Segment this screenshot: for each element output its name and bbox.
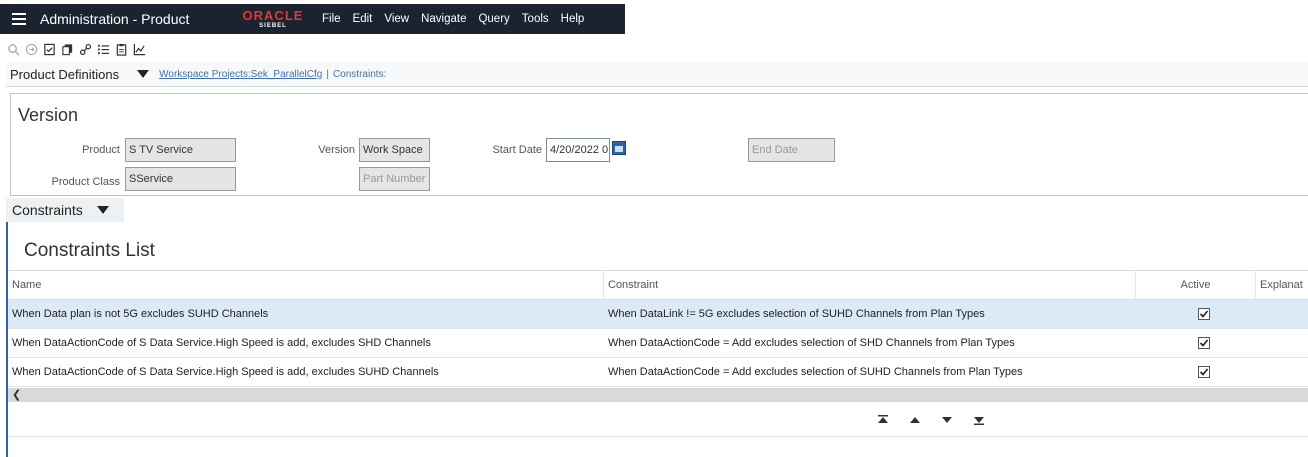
breadcrumb-link-constraints[interactable]: Constraints: [333, 69, 386, 80]
last-record-icon[interactable] [972, 413, 986, 427]
menu-bar: File Edit View Navigate Query Tools Help [316, 4, 590, 34]
menu-edit[interactable]: Edit [347, 4, 379, 34]
menu-help[interactable]: Help [555, 4, 591, 34]
cell-constraint: When DataActionCode = Add excludes selec… [608, 337, 1015, 349]
toolbar [6, 40, 147, 58]
constraints-list-title: Constraints List [24, 240, 155, 261]
constraints-tab[interactable]: Constraints [6, 198, 124, 222]
chart-icon[interactable] [132, 42, 147, 57]
product-class-label: Product Class [51, 176, 120, 188]
next-record-icon[interactable] [940, 413, 954, 427]
column-header-active[interactable]: Active [1136, 271, 1256, 300]
calendar-icon[interactable] [612, 141, 626, 155]
circle-arrow-icon[interactable] [24, 42, 39, 57]
logo-siebel-text: SIEBEL [259, 22, 287, 29]
product-field[interactable]: S TV Service [125, 138, 236, 162]
start-date-field[interactable]: 4/20/2022 0 [546, 138, 610, 162]
record-pager [876, 410, 986, 430]
cell-name: When DataActionCode of S Data Service.Hi… [12, 366, 439, 378]
table-row[interactable]: When DataActionCode of S Data Service.Hi… [8, 358, 1308, 387]
cell-constraint: When DataLink != 5G excludes selection o… [608, 308, 985, 320]
first-record-icon[interactable] [876, 413, 890, 427]
breadcrumb-link-workspace[interactable]: Workspace Projects:Sek_ParallelCfg [159, 69, 322, 80]
product-label: Product [82, 144, 120, 156]
breadcrumb-separator: | [326, 68, 329, 80]
start-date-label: Start Date [492, 144, 542, 156]
table-header: Name Constraint Active Explanat [8, 270, 1308, 300]
breadcrumb-root: Product Definitions [10, 66, 120, 82]
checklist-icon[interactable] [42, 42, 57, 57]
divider [8, 436, 1308, 437]
previous-record-icon[interactable] [908, 413, 922, 427]
constraints-tab-label: Constraints [12, 202, 83, 218]
menu-view[interactable]: View [378, 4, 415, 34]
logo-oracle-text: ORACLE [242, 7, 304, 23]
column-header-explanation[interactable]: Explanat [1256, 271, 1308, 300]
horizontal-scrollbar[interactable]: ❮ [8, 388, 1308, 402]
version-label: Version [318, 144, 355, 156]
scroll-left-icon[interactable]: ❮ [12, 388, 21, 402]
table-row[interactable]: When Data plan is not 5G excludes SUHD C… [8, 300, 1308, 329]
product-class-field[interactable]: SService [125, 167, 236, 191]
end-date-field[interactable]: End Date [748, 138, 835, 162]
active-checkbox[interactable] [1198, 366, 1210, 378]
active-checkbox[interactable] [1198, 308, 1210, 320]
column-header-name[interactable]: Name [8, 271, 604, 300]
header-bar: Administration - Product ORACLE SIEBEL F… [0, 4, 625, 34]
breadcrumb: Product Definitions Workspace Projects:S… [6, 62, 1308, 87]
clipboard-icon[interactable] [114, 42, 129, 57]
column-header-constraint[interactable]: Constraint [604, 271, 1136, 300]
version-field[interactable]: Work Space [359, 138, 430, 162]
part-number-field[interactable]: Part Number [359, 167, 430, 191]
app-title: Administration - Product [40, 11, 190, 27]
menu-tools[interactable]: Tools [516, 4, 555, 34]
copy-icon[interactable] [60, 42, 75, 57]
hamburger-menu-icon[interactable] [4, 4, 34, 34]
active-checkbox[interactable] [1198, 337, 1210, 349]
version-title: Version [18, 105, 79, 125]
search-icon[interactable] [6, 42, 21, 57]
menu-query[interactable]: Query [472, 4, 515, 34]
top-header: Administration - Product ORACLE SIEBEL F… [0, 0, 1308, 38]
cell-name: When DataActionCode of S Data Service.Hi… [12, 337, 431, 349]
cell-constraint: When DataActionCode = Add excludes selec… [608, 366, 1023, 378]
cell-name: When Data plan is not 5G excludes SUHD C… [12, 308, 269, 320]
list-icon[interactable] [96, 42, 111, 57]
link-icon[interactable] [78, 42, 93, 57]
caret-down-icon[interactable] [96, 206, 109, 214]
menu-navigate[interactable]: Navigate [415, 4, 472, 34]
caret-down-icon[interactable] [137, 70, 150, 78]
oracle-siebel-logo: ORACLE SIEBEL [232, 4, 314, 34]
table-row[interactable]: When DataActionCode of S Data Service.Hi… [8, 329, 1308, 358]
menu-file[interactable]: File [316, 4, 347, 34]
